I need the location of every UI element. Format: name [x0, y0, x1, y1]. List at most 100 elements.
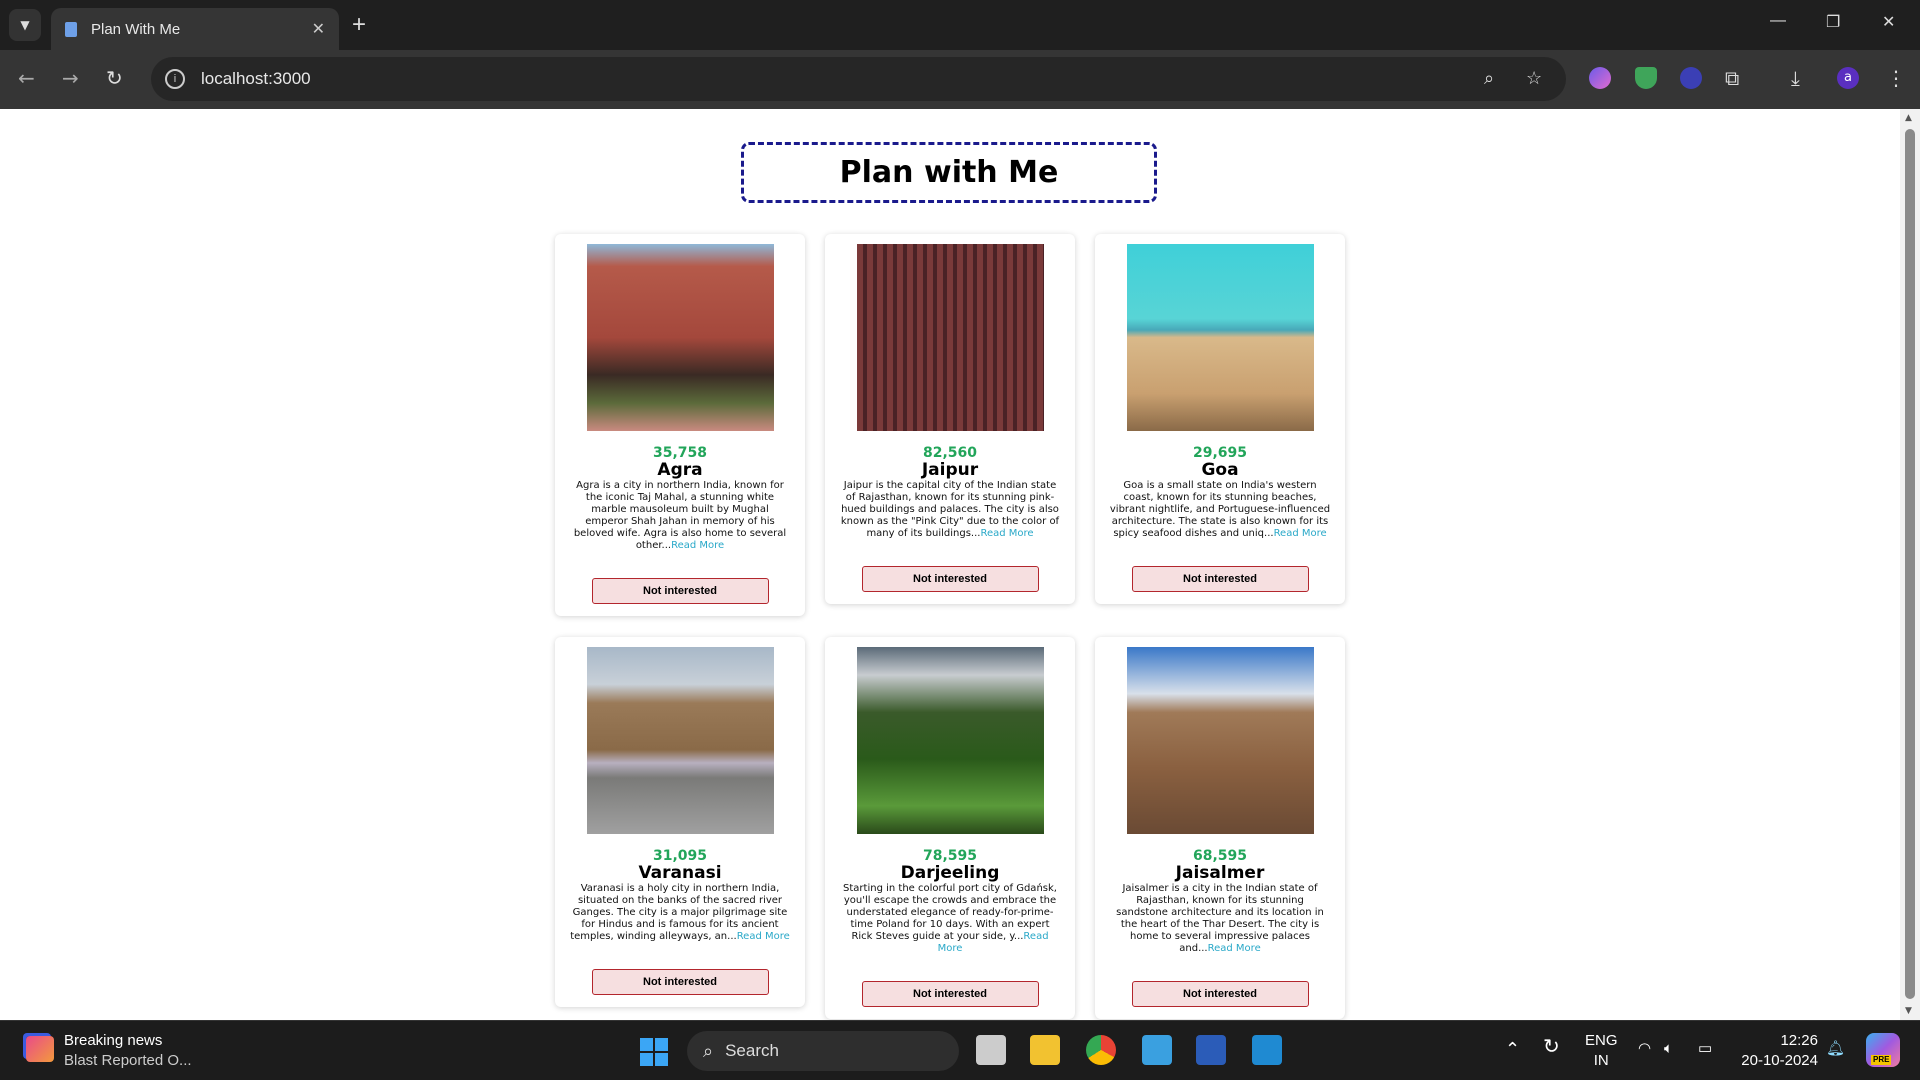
- windows-taskbar: Breaking news Blast Reported O... ⌕ Sear…: [0, 1020, 1920, 1080]
- description: Agra is a city in northern India, known …: [567, 480, 793, 552]
- city-name: Jaipur: [921, 460, 979, 480]
- url-text: localhost:3000: [201, 69, 311, 88]
- news-subtitle: Blast Reported O...: [64, 1052, 192, 1069]
- jaisalmer-photo: [1126, 647, 1314, 834]
- region-code: IN: [1593, 1052, 1609, 1069]
- shield-extension-icon[interactable]: [1635, 67, 1657, 89]
- not-interested-button[interactable]: Not interested: [861, 981, 1039, 1007]
- news-widget[interactable]: Breaking news Blast Reported O...: [64, 1031, 192, 1071]
- copilot-badge: PRE: [1871, 1055, 1892, 1065]
- close-tab-icon[interactable]: ✕: [312, 19, 325, 39]
- news-widget-icon[interactable]: [26, 1036, 54, 1062]
- minimize-icon[interactable]: —: [1770, 12, 1786, 30]
- news-title: Breaking news: [64, 1032, 163, 1049]
- sync-icon[interactable]: ↻: [1543, 1037, 1560, 1057]
- show-hidden-icons-chevron-icon[interactable]: ⌃: [1505, 1039, 1520, 1059]
- tab-search-button[interactable]: ▼: [9, 9, 41, 41]
- read-more-link[interactable]: Read More: [980, 528, 1033, 539]
- vertical-scrollbar[interactable]: ▲ ▼: [1900, 109, 1920, 1020]
- date: 20-10-2024: [1741, 1052, 1818, 1069]
- file-explorer-icon[interactable]: [1030, 1035, 1060, 1065]
- zoom-icon[interactable]: ⌕: [1484, 68, 1494, 89]
- not-interested-button[interactable]: Not interested: [1131, 566, 1309, 592]
- read-more-link[interactable]: Read More: [737, 931, 790, 942]
- read-more-link[interactable]: Read More: [1208, 943, 1261, 954]
- reload-icon[interactable]: ↻: [106, 66, 123, 90]
- word-icon[interactable]: [1196, 1035, 1226, 1065]
- extension-star-icon[interactable]: [1680, 67, 1702, 89]
- search-label: Search: [725, 1041, 779, 1060]
- chrome-icon[interactable]: [1086, 1035, 1116, 1065]
- city-name: Goa: [1201, 460, 1239, 480]
- not-interested-button[interactable]: Not interested: [1131, 981, 1309, 1007]
- extensions-puzzle-icon[interactable]: ⧉: [1725, 66, 1739, 90]
- description: Jaisalmer is a city in the Indian state …: [1107, 883, 1333, 955]
- destination-card: 35,758 Agra Agra is a city in northern I…: [555, 234, 805, 616]
- read-more-link[interactable]: Read More: [1274, 528, 1327, 539]
- price: 31,095: [652, 848, 708, 864]
- language-code: ENG: [1585, 1032, 1618, 1049]
- read-more-link[interactable]: Read More: [671, 540, 724, 551]
- destination-card: 31,095 Varanasi Varanasi is a holy city …: [555, 637, 805, 1007]
- clock[interactable]: 12:26 20-10-2024: [1738, 1031, 1818, 1071]
- menu-kebab-icon[interactable]: ⋮: [1886, 66, 1906, 90]
- scroll-up-arrow-icon[interactable]: ▲: [1905, 113, 1912, 123]
- restore-icon[interactable]: ❐: [1826, 12, 1840, 32]
- city-name: Varanasi: [638, 863, 722, 883]
- windows-start-icon[interactable]: [640, 1038, 668, 1066]
- page-title: Plan with Me: [741, 142, 1157, 203]
- profile-avatar[interactable]: a: [1837, 67, 1859, 89]
- city-name: Agra: [657, 460, 703, 480]
- notepad-icon[interactable]: [1142, 1035, 1172, 1065]
- destination-card: 82,560 Jaipur Jaipur is the capital city…: [825, 234, 1075, 604]
- bookmark-star-icon[interactable]: ☆: [1526, 68, 1542, 89]
- volume-icon[interactable]: 🔈︎: [1664, 1039, 1673, 1059]
- description: Varanasi is a holy city in northern Indi…: [567, 883, 793, 943]
- browser-tab[interactable]: Plan With Me ✕: [51, 8, 339, 50]
- wifi-icon[interactable]: ◠: [1638, 1039, 1651, 1059]
- back-icon[interactable]: ←: [18, 66, 35, 90]
- browser-toolbar: ← → ↻ i localhost:3000 ⌕ ☆ ⧉ ⤓ a ⋮: [0, 50, 1920, 109]
- scroll-down-arrow-icon[interactable]: ▼: [1905, 1006, 1912, 1016]
- tab-title: Plan With Me: [91, 20, 181, 38]
- not-interested-button[interactable]: Not interested: [591, 969, 769, 995]
- time: 12:26: [1780, 1032, 1818, 1049]
- price: 68,595: [1192, 848, 1248, 864]
- site-info-icon[interactable]: i: [165, 69, 185, 89]
- search-icon: ⌕: [703, 1040, 714, 1061]
- goa-photo: [1126, 244, 1314, 431]
- page-favicon-icon: [65, 21, 77, 37]
- agra-photo: [586, 244, 774, 431]
- taskbar-search[interactable]: ⌕ Search: [687, 1031, 959, 1071]
- extension-icon[interactable]: [1589, 67, 1611, 89]
- notification-bell-icon[interactable]: 🔔︎: [1826, 1039, 1845, 1059]
- new-tab-button[interactable]: +: [352, 11, 366, 39]
- description: Starting in the colorful port city of Gd…: [837, 883, 1063, 955]
- destination-grid: 35,758 Agra Agra is a city in northern I…: [555, 234, 1345, 1019]
- description: Goa is a small state on India's western …: [1107, 480, 1333, 540]
- address-bar[interactable]: i localhost:3000 ⌕ ☆: [151, 57, 1566, 101]
- language-indicator[interactable]: ENG IN: [1585, 1031, 1618, 1071]
- copilot-icon[interactable]: PRE: [1866, 1033, 1900, 1067]
- download-icon[interactable]: ⤓: [1791, 66, 1800, 90]
- price: 29,695: [1192, 445, 1248, 461]
- vscode-icon[interactable]: [1252, 1035, 1282, 1065]
- price: 35,758: [652, 445, 708, 461]
- price: 82,560: [922, 445, 978, 461]
- darjeeling-photo: [856, 647, 1044, 834]
- battery-icon[interactable]: ▭: [1698, 1039, 1712, 1059]
- forward-icon[interactable]: →: [62, 66, 79, 90]
- varanasi-photo: [586, 647, 774, 834]
- browser-tab-strip: ▼ Plan With Me ✕ + — ❐ ✕: [0, 0, 1920, 50]
- destination-card: 78,595 Darjeeling Starting in the colorf…: [825, 637, 1075, 1019]
- jaipur-photo: [856, 244, 1044, 431]
- task-view-icon[interactable]: [976, 1035, 1006, 1065]
- destination-card: 68,595 Jaisalmer Jaisalmer is a city in …: [1095, 637, 1345, 1019]
- scrollbar-thumb[interactable]: [1905, 129, 1915, 999]
- city-name: Darjeeling: [900, 863, 1000, 883]
- window-close-icon[interactable]: ✕: [1882, 12, 1895, 32]
- not-interested-button[interactable]: Not interested: [591, 578, 769, 604]
- not-interested-button[interactable]: Not interested: [861, 566, 1039, 592]
- city-name: Jaisalmer: [1175, 863, 1265, 883]
- destination-card: 29,695 Goa Goa is a small state on India…: [1095, 234, 1345, 604]
